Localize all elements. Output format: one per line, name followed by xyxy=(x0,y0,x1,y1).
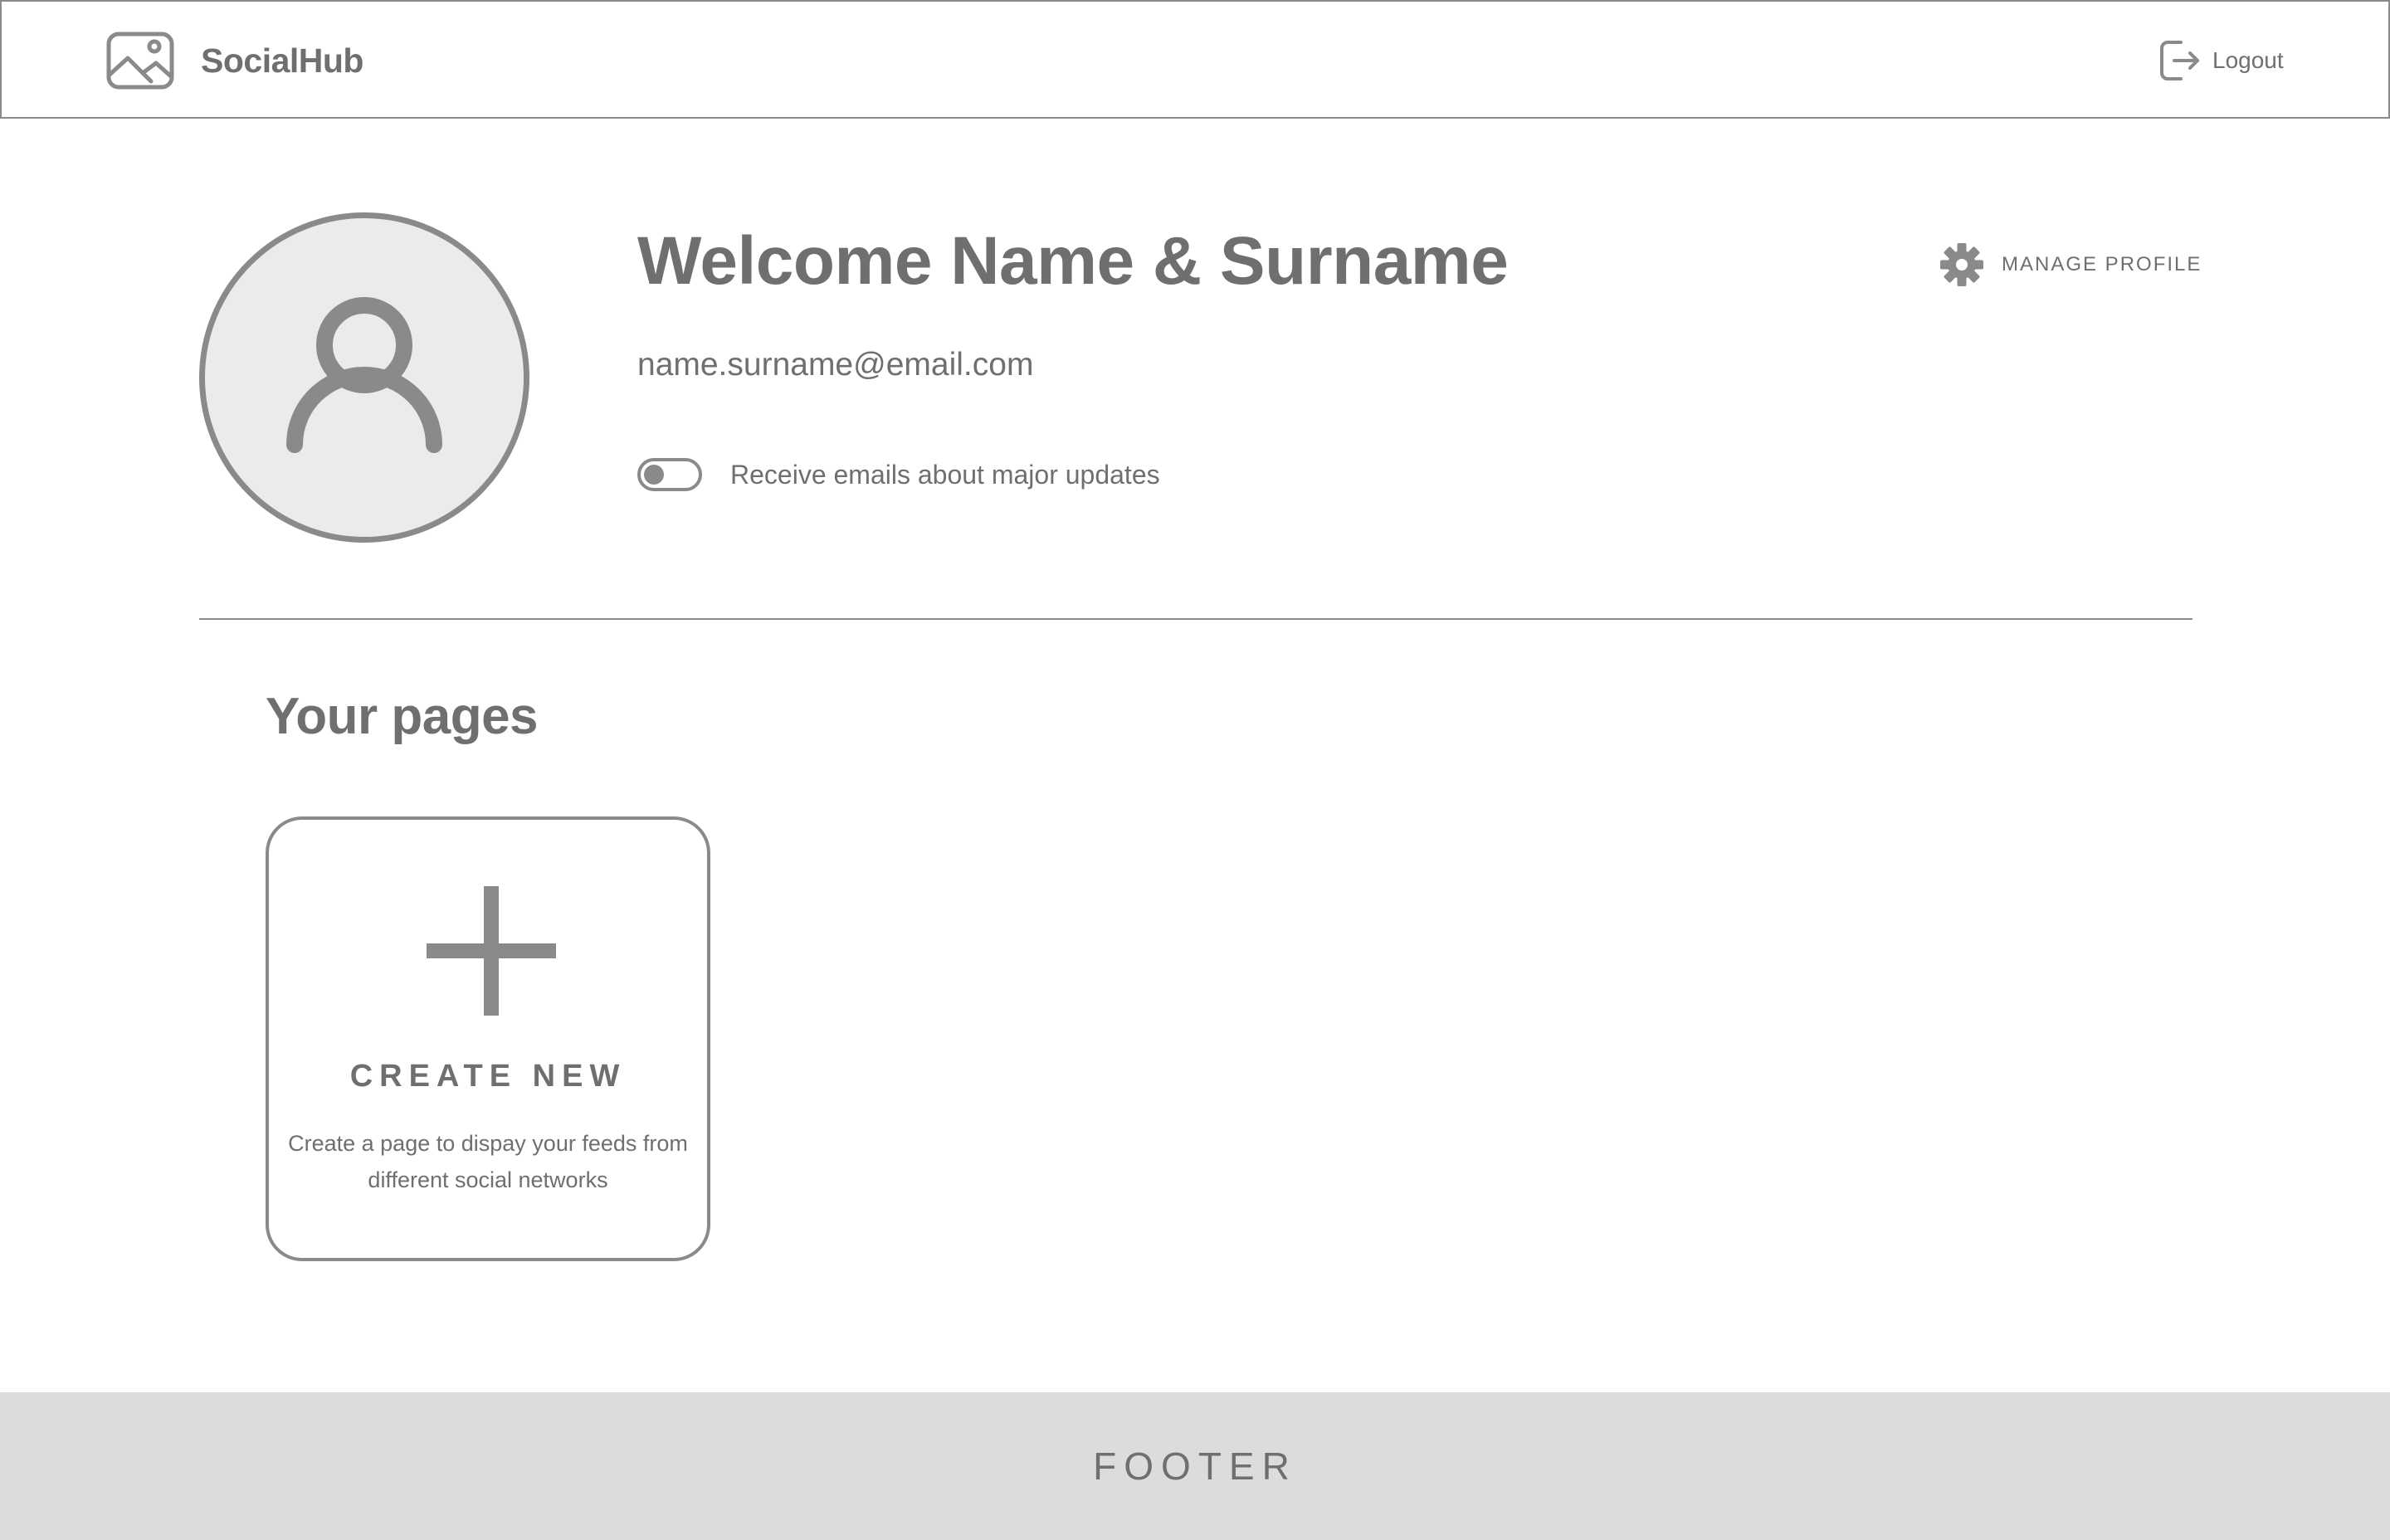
image-icon xyxy=(106,32,174,90)
plus-icon xyxy=(427,886,556,1016)
create-new-page-card[interactable]: CREATE NEW Create a page to dispay your … xyxy=(266,816,710,1261)
email-updates-label: Receive emails about major updates xyxy=(730,459,1160,490)
logout-icon xyxy=(2160,41,2199,80)
email-updates-toggle[interactable] xyxy=(637,458,702,491)
avatar xyxy=(199,212,529,543)
user-icon xyxy=(286,297,442,453)
toggle-knob xyxy=(644,465,664,485)
brand[interactable]: SocialHub xyxy=(106,32,363,90)
welcome-heading: Welcome Name & Surname xyxy=(637,223,1509,299)
brand-name: SocialHub xyxy=(201,41,363,80)
logout-label: Logout xyxy=(2212,47,2284,73)
email-updates-setting: Receive emails about major updates xyxy=(637,458,1160,491)
create-new-description: Create a page to dispay your feeds from … xyxy=(288,1131,688,1192)
footer: FOOTER xyxy=(0,1392,2390,1540)
user-email: name.surname@email.com xyxy=(637,347,1034,383)
manage-profile-label: MANAGE PROFILE xyxy=(2002,253,2202,275)
logout-button[interactable]: Logout xyxy=(2159,39,2284,82)
gear-icon xyxy=(1940,243,1983,286)
your-pages-heading: Your pages xyxy=(266,688,539,745)
create-new-title: CREATE NEW xyxy=(349,1059,627,1094)
section-divider xyxy=(199,618,2192,620)
manage-profile-button[interactable]: MANAGE PROFILE xyxy=(1940,243,2202,286)
footer-label: FOOTER xyxy=(1093,1445,1297,1488)
top-nav-bar: SocialHub Logout xyxy=(0,0,2390,119)
